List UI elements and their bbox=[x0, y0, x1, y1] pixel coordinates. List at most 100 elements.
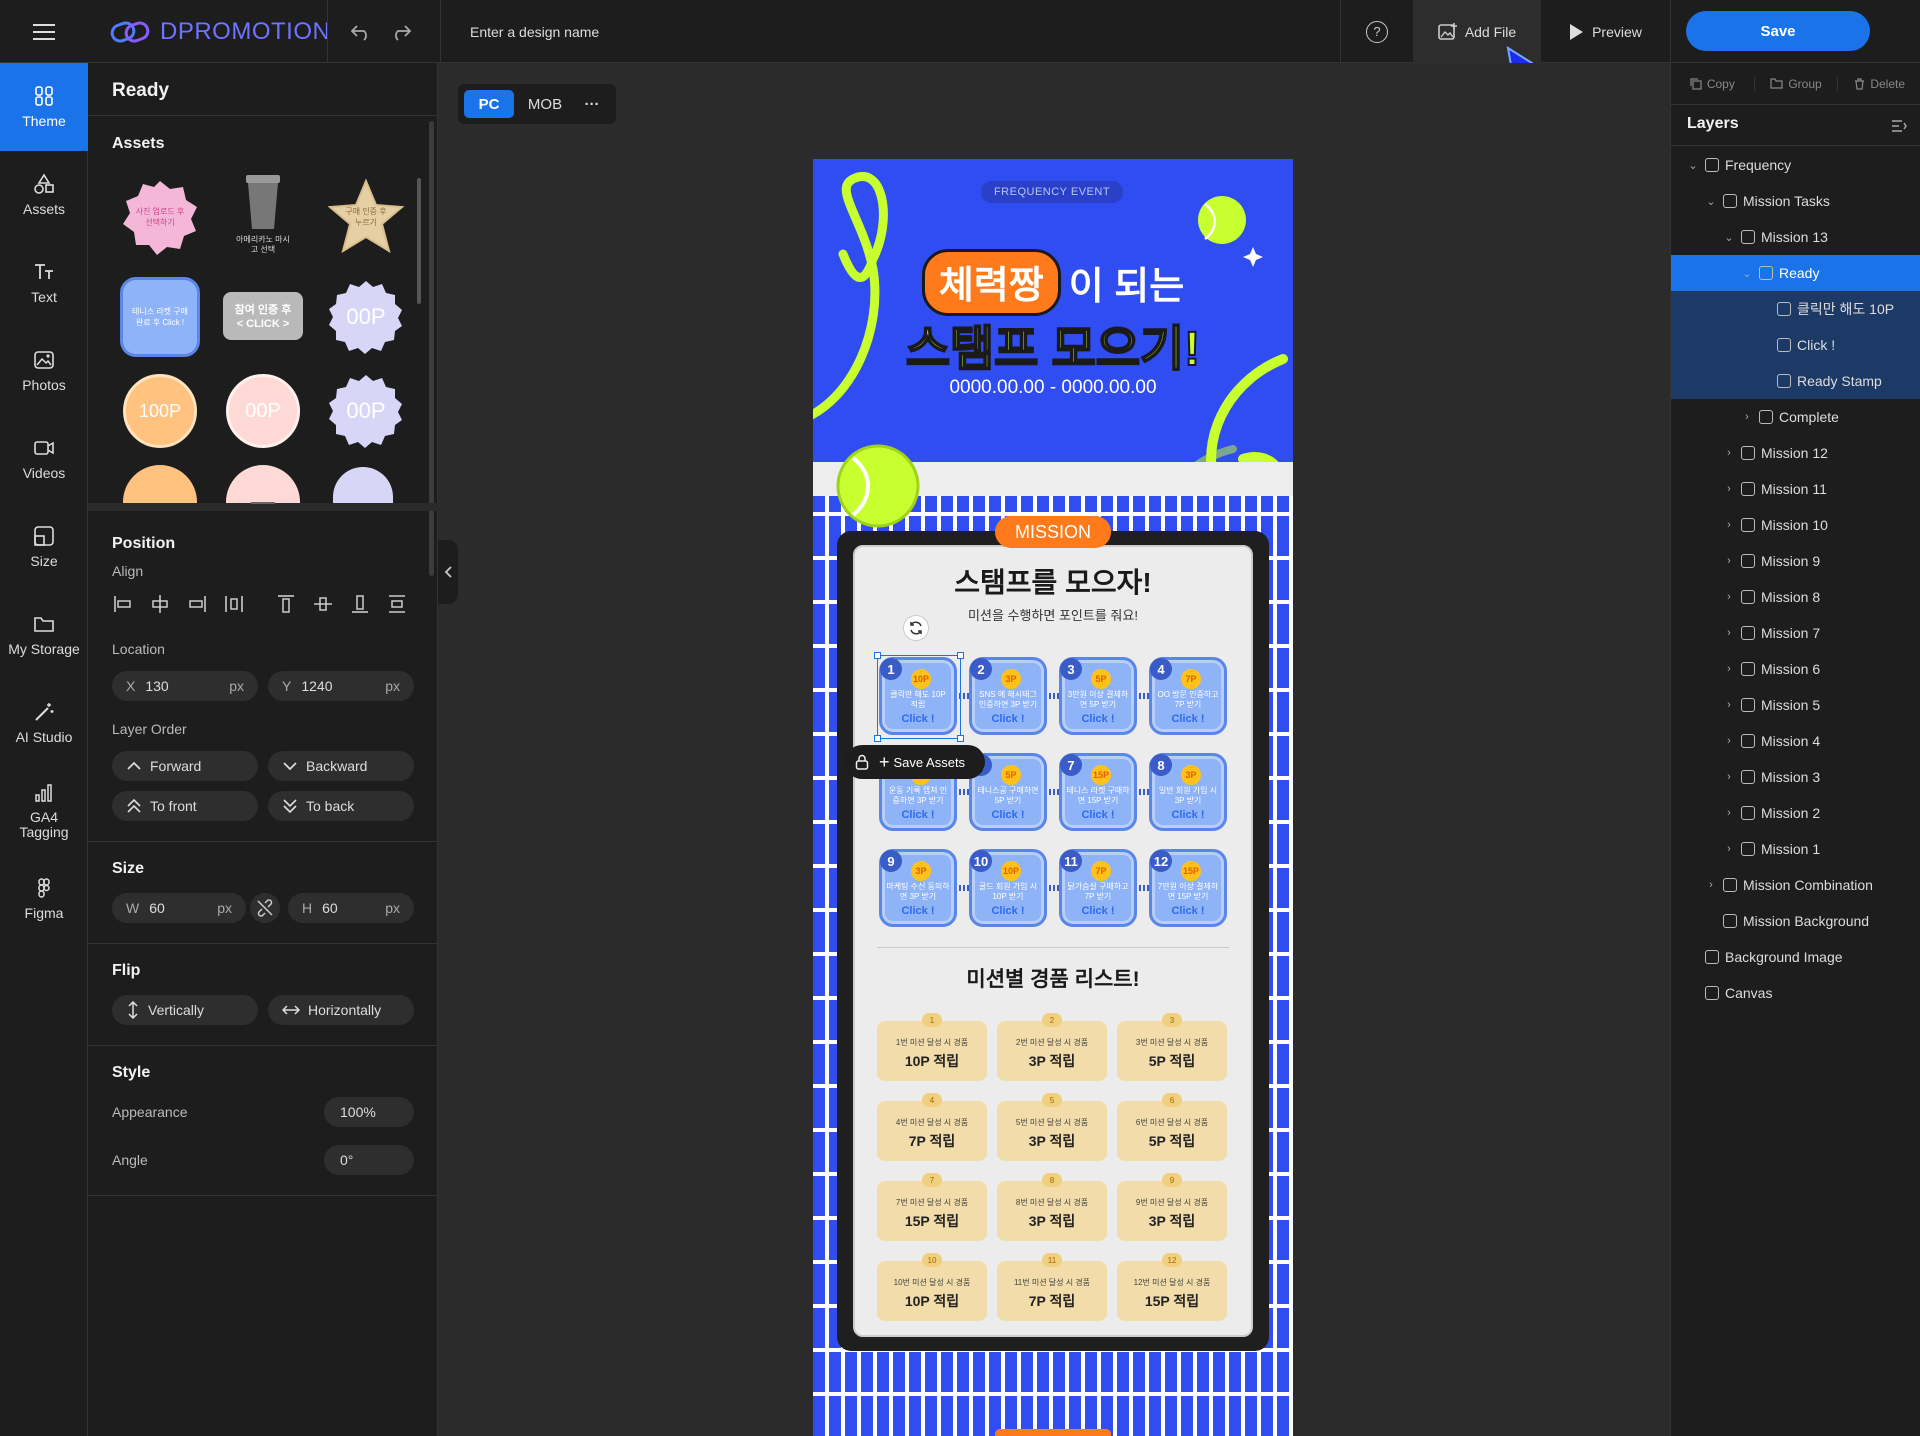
save-button[interactable]: Save bbox=[1686, 11, 1870, 51]
device-mob-button[interactable]: MOB bbox=[520, 90, 570, 118]
chevron-icon[interactable]: › bbox=[1723, 555, 1735, 567]
mission-stamp[interactable]: 7 15P 테니스 라켓 구매하면 15P 받기 Click ! bbox=[1059, 753, 1137, 831]
nav-theme[interactable]: Theme bbox=[0, 63, 88, 151]
save-assets-button[interactable]: + Save Assets bbox=[879, 745, 965, 779]
selection-box[interactable] bbox=[874, 652, 964, 742]
redo-button[interactable] bbox=[390, 0, 412, 63]
collapse-panel-button[interactable] bbox=[438, 540, 458, 604]
layer-item[interactable]: Mission Background bbox=[1671, 903, 1920, 939]
distribute-v-icon[interactable] bbox=[386, 593, 408, 615]
asset-item[interactable]: 아메리카노 마시고 선택 bbox=[221, 173, 305, 257]
flip-vertical-button[interactable]: Vertically bbox=[112, 995, 258, 1025]
layer-item[interactable]: 클릭만 해도 10P bbox=[1671, 291, 1920, 327]
forward-button[interactable]: Forward bbox=[112, 751, 258, 781]
asset-item[interactable]: 00P bbox=[221, 369, 305, 453]
menu-button[interactable] bbox=[0, 0, 88, 63]
align-left-icon[interactable] bbox=[112, 593, 134, 615]
mission-stamp[interactable]: 3 5P 3만원 이상 결제하면 5P 받기 Click ! bbox=[1059, 657, 1137, 735]
chevron-icon[interactable]: › bbox=[1723, 591, 1735, 603]
align-center-h-icon[interactable] bbox=[149, 593, 171, 615]
layer-item[interactable]: › Mission 6 bbox=[1671, 651, 1920, 687]
group-button[interactable]: Group bbox=[1753, 76, 1839, 91]
nav-size[interactable]: Size bbox=[0, 503, 88, 591]
design-canvas[interactable]: PC MOB ··· FREQUENCY EVENT 체력짱 이 되는 스탬프 … bbox=[438, 63, 1670, 1436]
backward-button[interactable]: Backward bbox=[268, 751, 414, 781]
promo-artboard[interactable]: FREQUENCY EVENT 체력짱 이 되는 스탬프 모으기! 0000.0… bbox=[813, 159, 1293, 1436]
flip-horizontal-button[interactable]: Horizontally bbox=[268, 995, 414, 1025]
angle-input[interactable]: 0° bbox=[324, 1145, 414, 1175]
chevron-icon[interactable]: › bbox=[1705, 879, 1717, 891]
preview-button[interactable]: Preview bbox=[1550, 0, 1660, 63]
rotate-handle[interactable] bbox=[903, 615, 929, 641]
layer-item[interactable]: › Complete bbox=[1671, 399, 1920, 435]
layer-item[interactable]: › Mission Combination bbox=[1671, 867, 1920, 903]
asset-item[interactable]: 구매 인증 후 누르기 bbox=[324, 175, 408, 259]
layer-item[interactable]: Click ! bbox=[1671, 327, 1920, 363]
layer-item[interactable]: ⌄ Ready bbox=[1671, 255, 1920, 291]
distribute-h-icon[interactable] bbox=[223, 593, 245, 615]
width-input[interactable]: W 60 px bbox=[112, 893, 246, 923]
mission-stamp[interactable]: 10 10P 골드 회원 가입 시 10P 받기 Click ! bbox=[969, 849, 1047, 927]
nav-text[interactable]: Text bbox=[0, 239, 88, 327]
delete-button[interactable]: Delete bbox=[1838, 77, 1920, 91]
undo-button[interactable] bbox=[350, 0, 372, 63]
layer-item[interactable]: › Mission 12 bbox=[1671, 435, 1920, 471]
x-input[interactable]: X 130 px bbox=[112, 671, 258, 701]
chevron-icon[interactable]: › bbox=[1723, 843, 1735, 855]
mission-stamp[interactable]: 9 3P 마케팅 수신 동의하면 3P 받기 Click ! bbox=[879, 849, 957, 927]
layer-item[interactable]: › Mission 2 bbox=[1671, 795, 1920, 831]
asset-item[interactable]: 100P bbox=[118, 369, 202, 453]
lock-button[interactable] bbox=[845, 745, 879, 779]
chevron-icon[interactable]: › bbox=[1723, 663, 1735, 675]
nav-figma[interactable]: Figma bbox=[0, 855, 88, 943]
mission-stamp[interactable]: 8 3P 일반 회원 가입 시 3P 받기 Click ! bbox=[1149, 753, 1227, 831]
chevron-icon[interactable]: › bbox=[1723, 699, 1735, 711]
layer-item[interactable]: › Mission 11 bbox=[1671, 471, 1920, 507]
asset-item[interactable]: 사진 업로드 후 선택하기 bbox=[118, 175, 202, 259]
chevron-icon[interactable]: › bbox=[1723, 627, 1735, 639]
nav-photos[interactable]: Photos bbox=[0, 327, 88, 415]
chevron-icon[interactable]: › bbox=[1723, 735, 1735, 747]
chevron-icon[interactable]: ⌄ bbox=[1705, 195, 1717, 208]
layer-item[interactable]: › Mission 10 bbox=[1671, 507, 1920, 543]
mission-stamp[interactable]: 12 15P 7만원 이상 결제하면 15P 받기 Click ! bbox=[1149, 849, 1227, 927]
align-bottom-icon[interactable] bbox=[349, 593, 371, 615]
chevron-icon[interactable]: › bbox=[1723, 519, 1735, 531]
align-middle-icon[interactable] bbox=[312, 593, 334, 615]
height-input[interactable]: H 60 px bbox=[288, 893, 414, 923]
mission-stamp[interactable]: 11 7P 닭가슴살 구매하고 7P 받기 Click ! bbox=[1059, 849, 1137, 927]
layer-item[interactable]: Canvas bbox=[1671, 975, 1920, 1011]
layer-item[interactable]: › Mission 3 bbox=[1671, 759, 1920, 795]
align-top-icon[interactable] bbox=[275, 593, 297, 615]
asset-item[interactable]: 00P bbox=[324, 369, 408, 453]
layer-item[interactable]: Ready Stamp bbox=[1671, 363, 1920, 399]
align-right-icon[interactable] bbox=[186, 593, 208, 615]
chevron-icon[interactable]: ⌄ bbox=[1687, 159, 1699, 172]
nav-ai-studio[interactable]: AI Studio bbox=[0, 679, 88, 767]
chevron-icon[interactable]: › bbox=[1723, 771, 1735, 783]
nav-my-storage[interactable]: My Storage bbox=[0, 591, 88, 679]
asset-item[interactable]: 00P bbox=[324, 275, 408, 359]
resize-handle[interactable] bbox=[251, 502, 275, 504]
layer-item[interactable]: ⌄ Frequency bbox=[1671, 147, 1920, 183]
asset-item[interactable]: 테니스 라켓 구매 완료 후 Click ! bbox=[118, 275, 202, 359]
design-name-field[interactable]: Enter a design name bbox=[470, 0, 1070, 63]
nav-ga4-tagging[interactable]: GA4 Tagging bbox=[0, 767, 88, 855]
to-front-button[interactable]: To front bbox=[112, 791, 258, 821]
y-input[interactable]: Y 1240 px bbox=[268, 671, 414, 701]
chevron-icon[interactable]: › bbox=[1741, 411, 1753, 423]
chevron-icon[interactable]: › bbox=[1723, 483, 1735, 495]
layer-item[interactable]: › Mission 8 bbox=[1671, 579, 1920, 615]
unlink-ratio-button[interactable] bbox=[250, 893, 280, 923]
layer-item[interactable]: Background Image bbox=[1671, 939, 1920, 975]
layer-item[interactable]: › Mission 7 bbox=[1671, 615, 1920, 651]
layer-item[interactable]: ⌄ Mission 13 bbox=[1671, 219, 1920, 255]
nav-videos[interactable]: Videos bbox=[0, 415, 88, 503]
copy-button[interactable]: Copy bbox=[1671, 77, 1754, 91]
mission-stamp[interactable]: 4 7P OO 방문 인증하고 7P 받기 Click ! bbox=[1149, 657, 1227, 735]
chevron-icon[interactable]: ⌄ bbox=[1741, 267, 1753, 280]
layer-item[interactable]: › Mission 9 bbox=[1671, 543, 1920, 579]
chevron-icon[interactable]: › bbox=[1723, 447, 1735, 459]
layer-item[interactable]: › Mission 1 bbox=[1671, 831, 1920, 867]
assets-scroll-thumb[interactable] bbox=[417, 178, 421, 304]
